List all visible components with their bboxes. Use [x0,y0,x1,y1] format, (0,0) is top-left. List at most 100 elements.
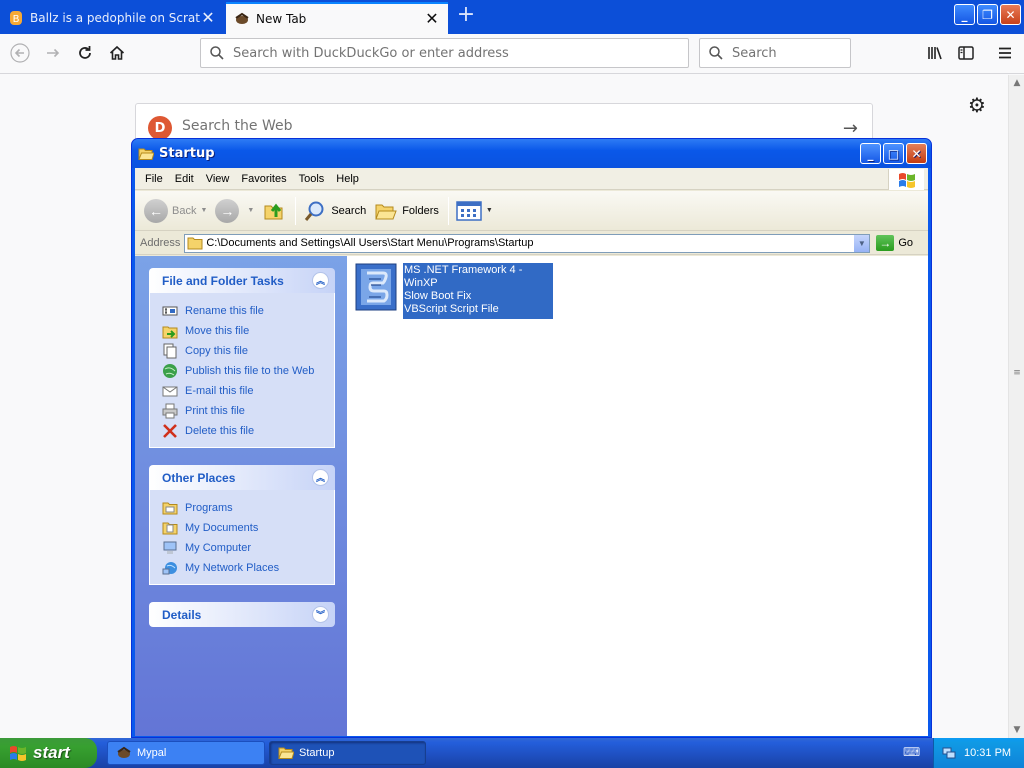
menu-tools[interactable]: Tools [293,173,331,185]
menu-view[interactable]: View [200,173,236,185]
search-icon [210,46,224,60]
task-delete[interactable]: Delete this file [162,421,334,441]
browser-navigation-bar: Search with DuckDuckGo or enter address … [0,34,1024,74]
close-tab-icon[interactable]: ✕ [200,10,216,26]
menu-edit[interactable]: Edit [169,173,200,185]
scroll-up-icon[interactable]: ▲ [1011,77,1023,89]
clock[interactable]: 10:31 PM [964,747,1011,759]
reload-icon[interactable] [70,38,100,68]
go-button[interactable]: → Go [876,235,913,251]
go-arrow-icon: → [876,235,895,251]
folders-icon [375,204,397,219]
go-arrow-icon[interactable]: → [843,118,858,139]
explorer-title-bar[interactable]: Startup _ □ ✕ [132,139,931,168]
windows-flag-icon [888,169,924,190]
task-email[interactable]: E-mail this file [162,381,334,401]
windows-logo-icon [10,746,26,761]
explorer-window: Startup _ □ ✕ File Edit View Favorites T… [131,138,932,738]
back-arrow-icon[interactable] [5,38,35,68]
panel-header[interactable]: Details ︾ [149,602,335,627]
details-panel: Details ︾ [149,602,335,627]
search-label: Search [331,204,367,217]
panel-body: Programs My Documents My Computer My Net… [149,490,335,585]
task-pane: File and Folder Tasks ︽ Rename this file… [135,256,347,736]
address-field[interactable]: C:\Documents and Settings\All Users\Star… [184,233,871,253]
back-button[interactable]: ← Back ▼ [141,195,210,227]
taskbar-button-startup[interactable]: Startup [269,741,426,765]
library-icon[interactable] [920,38,950,68]
gear-icon[interactable]: ⚙ [966,94,988,116]
scroll-thumb-marker[interactable]: ≡ [1011,367,1023,379]
file-name-line-2: Slow Boot Fix [404,290,472,302]
search-bar[interactable]: Search [699,38,851,68]
start-button[interactable]: start [0,738,97,768]
tab-scratch[interactable]: B Ballz is a pedophile on Scratch ✕ [0,2,224,34]
sidebar-toggle-icon[interactable] [951,38,981,68]
file-label-selected: MS .NET Framework 4 - WinXP Slow Boot Fi… [402,262,554,320]
panel-header[interactable]: File and Folder Tasks ︽ [149,268,335,293]
file-item[interactable]: MS .NET Framework 4 - WinXP Slow Boot Fi… [355,262,554,320]
url-placeholder: Search with DuckDuckGo or enter address [233,45,509,61]
up-folder-button[interactable] [259,195,289,227]
keyboard-icon[interactable]: ⌨ [903,745,921,759]
close-window-button[interactable]: ✕ [1000,4,1021,25]
panel-title: Other Places [162,470,236,485]
collapse-chevron-icon[interactable]: ︽ [312,469,329,486]
task-rename[interactable]: Rename this file [162,301,334,321]
views-button[interactable]: ▼ [453,195,496,227]
place-my-documents[interactable]: My Documents [162,518,334,538]
url-bar[interactable]: Search with DuckDuckGo or enter address [200,38,689,68]
delete-icon [163,424,177,438]
task-copy[interactable]: Copy this file [162,341,334,361]
task-print[interactable]: Print this file [162,401,334,421]
new-tab-plus-icon[interactable]: + [454,4,478,28]
panel-header[interactable]: Other Places ︽ [149,465,335,490]
place-programs[interactable]: Programs [162,498,334,518]
forward-button[interactable]: → ▼ [212,195,257,227]
maximize-button[interactable]: □ [883,143,904,164]
collapse-chevron-icon[interactable]: ︽ [312,272,329,289]
minimize-button[interactable]: _ [954,4,975,25]
menu-favorites[interactable]: Favorites [235,173,292,185]
open-folder-icon [278,747,294,759]
dropdown-arrow-icon[interactable]: ▼ [200,207,207,214]
place-network[interactable]: My Network Places [162,558,334,578]
network-tray-icon[interactable] [942,746,956,760]
dropdown-arrow-icon[interactable]: ▼ [486,207,493,214]
hamburger-menu-icon[interactable] [990,38,1020,68]
explorer-body: File Edit View Favorites Tools Help ← Ba… [135,168,928,736]
go-label: Go [898,237,914,249]
expand-chevron-icon[interactable]: ︾ [312,606,329,623]
forward-arrow-icon: → [215,198,240,223]
menu-file[interactable]: File [139,173,169,185]
task-move[interactable]: Move this file [162,321,334,341]
task-publish[interactable]: Publish this file to the Web [162,361,334,381]
restore-button[interactable]: ❐ [977,4,998,25]
close-button[interactable]: ✕ [906,143,927,164]
publish-icon [163,364,177,378]
place-my-computer[interactable]: My Computer [162,538,334,558]
my-computer-icon [163,541,177,554]
address-dropdown-icon[interactable]: ▼ [853,234,870,252]
file-list-area[interactable]: MS .NET Framework 4 - WinXP Slow Boot Fi… [347,256,928,736]
folders-button[interactable]: Folders [371,195,442,227]
close-tab-icon[interactable]: ✕ [424,11,440,27]
page-scrollbar[interactable]: ▲ ≡ ▼ [1008,75,1024,738]
other-places-panel: Other Places ︽ Programs My Documents My … [149,465,335,585]
dropdown-arrow-icon[interactable]: ▼ [247,207,254,214]
task-label: Publish this file to the Web [185,365,315,377]
email-icon [162,386,178,397]
home-icon[interactable] [102,38,132,68]
search-button[interactable]: Search [300,195,369,227]
forward-arrow-icon[interactable] [38,38,68,68]
taskbar-button-mypal[interactable]: Mypal [107,741,265,765]
menu-help[interactable]: Help [330,173,365,185]
tab-new-tab[interactable]: New Tab ✕ [226,2,448,34]
open-folder-icon [138,148,154,160]
toolbar-separator [447,196,449,225]
duckduckgo-logo-icon: D [148,116,172,140]
minimize-button[interactable]: _ [860,143,881,164]
copy-icon [163,343,177,359]
address-path: C:\Documents and Settings\All Users\Star… [206,237,534,249]
scroll-down-icon[interactable]: ▼ [1011,724,1023,736]
